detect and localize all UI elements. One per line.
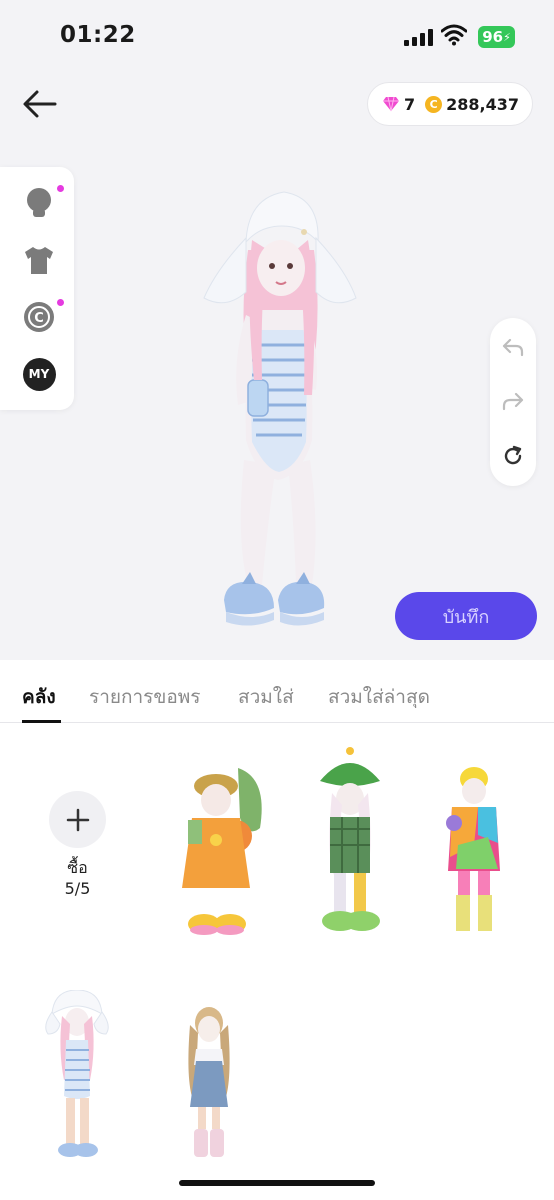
plus-icon <box>66 808 89 831</box>
my-icon: MY <box>22 357 56 391</box>
tab-wishlist[interactable]: รายการขอพร <box>89 682 201 712</box>
gem-count: 7 <box>404 94 416 114</box>
outfit-card[interactable] <box>44 990 110 1160</box>
tab-bar: คลัง รายการขอพร สวมใส่ สวมใส่ล่าสุด <box>0 660 554 723</box>
undo-icon <box>502 338 524 357</box>
tab-inventory[interactable]: คลัง <box>22 682 56 712</box>
currency-display[interactable]: 7 C 288,437 <box>367 82 533 126</box>
avatar-preview[interactable] <box>196 180 366 640</box>
charging-icon: ⚡ <box>503 30 511 44</box>
outfit-card[interactable] <box>438 765 510 937</box>
redo-button[interactable] <box>501 390 525 414</box>
reset-button[interactable] <box>501 444 525 468</box>
battery-indicator: 96 ⚡ <box>478 26 515 48</box>
wifi-icon <box>440 24 468 50</box>
sidebar-item-my[interactable]: MY <box>21 356 57 392</box>
back-button[interactable] <box>22 88 58 120</box>
reset-icon <box>504 445 522 465</box>
signal-icon <box>404 28 433 46</box>
notification-dot <box>57 299 64 306</box>
sidebar-item-head[interactable] <box>21 184 64 220</box>
battery-level: 96 <box>482 28 504 46</box>
copyright-icon: C <box>24 302 54 332</box>
undo-button[interactable] <box>501 336 525 360</box>
save-button[interactable]: บันทึก <box>395 592 537 640</box>
tab-recently-worn[interactable]: สวมใส่ล่าสุด <box>328 682 430 712</box>
back-arrow-icon <box>23 90 57 118</box>
sidebar-item-copyright[interactable]: C <box>21 299 64 335</box>
tab-wearing[interactable]: สวมใส่ <box>238 682 294 712</box>
sidebar-item-clothing[interactable] <box>21 242 57 278</box>
slot-count: 5/5 <box>64 879 91 898</box>
outfit-card[interactable] <box>176 1005 242 1163</box>
history-toolbar <box>490 318 536 486</box>
status-time: 01:22 <box>60 22 136 48</box>
notification-dot <box>57 185 64 192</box>
buy-label: ซื้อ <box>67 858 88 877</box>
home-indicator <box>179 1180 375 1186</box>
outfit-card[interactable] <box>312 745 388 940</box>
shirt-icon <box>25 247 53 274</box>
buy-slot-button[interactable] <box>49 791 106 848</box>
svg-text:C: C <box>34 311 44 326</box>
gem-icon <box>383 96 399 112</box>
coin-count: 288,437 <box>446 94 520 114</box>
category-sidebar: C MY <box>0 167 74 410</box>
outfit-card[interactable] <box>168 758 272 938</box>
head-icon <box>27 188 51 217</box>
active-tab-indicator <box>22 720 61 723</box>
coin-icon: C <box>425 95 443 113</box>
redo-icon <box>502 392 524 411</box>
